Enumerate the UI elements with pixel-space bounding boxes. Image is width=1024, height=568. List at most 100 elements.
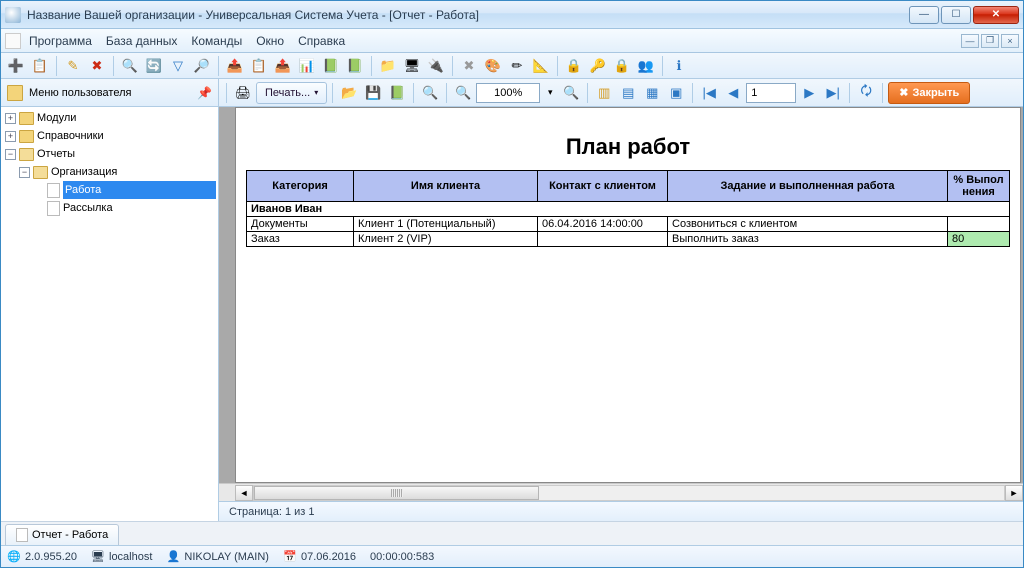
scroll-track[interactable] (253, 485, 1005, 501)
separator (557, 56, 558, 76)
menu-help[interactable]: Справка (298, 34, 345, 48)
pager-strip: Страница: 1 из 1 (219, 501, 1023, 521)
scroll-right-icon[interactable]: ► (1005, 485, 1023, 501)
document-tab[interactable]: Отчет - Работа (5, 524, 119, 545)
maximize-button[interactable]: ☐ (941, 6, 971, 24)
mdi-restore-button[interactable]: ❐ (981, 34, 999, 48)
document-icon (16, 528, 28, 542)
copy-icon[interactable]: 📋 (29, 55, 51, 77)
mdi-close-button[interactable]: × (1001, 34, 1019, 48)
collapse-icon[interactable]: − (19, 167, 30, 178)
layout3-icon[interactable]: ▦ (641, 82, 663, 104)
last-page-icon[interactable]: ▶| (822, 82, 844, 104)
lock2-icon[interactable]: 🔒 (611, 55, 633, 77)
close-button[interactable]: ✕ (973, 6, 1019, 24)
separator (692, 83, 693, 103)
export-icon[interactable]: 📤 (224, 55, 246, 77)
search-icon[interactable]: 🔍 (119, 55, 141, 77)
refresh-icon[interactable]: 🔄 (143, 55, 165, 77)
pin-icon[interactable]: 📌 (197, 86, 212, 100)
page-input[interactable]: 1 (746, 83, 796, 103)
first-page-icon[interactable]: |◀ (698, 82, 720, 104)
edit-icon[interactable]: ✎ (62, 55, 84, 77)
col-task: Задание и выполненная работа (668, 171, 948, 202)
key-icon[interactable]: 🔑 (587, 55, 609, 77)
menu-database[interactable]: База данных (106, 34, 177, 48)
menu-program[interactable]: Программа (29, 34, 92, 48)
chevron-down-icon: ▾ (314, 88, 318, 97)
report-viewport[interactable]: План работ Категория Имя клиента Контакт… (219, 107, 1023, 483)
open-folder-icon[interactable]: 📁 (377, 55, 399, 77)
tree-node-work[interactable]: Работа (31, 181, 218, 199)
tree-node-organization[interactable]: − Организация (17, 163, 218, 181)
menu-commands[interactable]: Команды (191, 34, 242, 48)
zoom-dropdown[interactable]: ▾ (542, 82, 558, 104)
horizontal-scrollbar[interactable]: ◄ ► (219, 483, 1023, 501)
layout-icon[interactable]: ▥ (593, 82, 615, 104)
zoom-input[interactable]: 100% (476, 83, 540, 103)
menu-window[interactable]: Окно (256, 34, 284, 48)
separator (882, 83, 883, 103)
scroll-thumb[interactable] (254, 486, 539, 500)
col-contact: Контакт с клиентом (538, 171, 668, 202)
tree-node-mailing[interactable]: Рассылка (31, 199, 218, 217)
zoom-in-icon[interactable]: 🔍 (452, 82, 474, 104)
report-title: План работ (246, 134, 1010, 160)
menubar: Программа База данных Команды Окно Справ… (1, 29, 1023, 53)
mdi-controls: — ❐ × (961, 34, 1019, 48)
screen-icon[interactable]: 🖥 (401, 55, 423, 77)
send-icon[interactable]: 📤 (272, 55, 294, 77)
close-report-button[interactable]: ✖ Закрыть (888, 82, 970, 104)
separator (452, 56, 453, 76)
delete-icon[interactable]: ✖ (86, 55, 108, 77)
separator (849, 83, 850, 103)
info-icon[interactable]: ℹ (668, 55, 690, 77)
next-page-icon[interactable]: ▶ (798, 82, 820, 104)
save-icon[interactable]: 💾 (362, 82, 384, 104)
expand-icon[interactable]: + (5, 131, 16, 142)
layout2-icon[interactable]: ▤ (617, 82, 639, 104)
clipboard-icon[interactable]: 📋 (248, 55, 270, 77)
collapse-icon[interactable]: − (5, 149, 16, 160)
cancel-icon[interactable]: ✖ (458, 55, 480, 77)
minimize-button[interactable]: — (909, 6, 939, 24)
tree-node-modules[interactable]: + Модули (3, 109, 218, 127)
tree-node-directories[interactable]: + Справочники (3, 127, 218, 145)
user-icon: 👤 (166, 550, 180, 564)
export-xls-icon[interactable]: 📗 (386, 82, 408, 104)
plug-icon[interactable]: 🔌 (425, 55, 447, 77)
chart-icon[interactable]: 📊 (296, 55, 318, 77)
printer-icon[interactable]: 🖨 (232, 82, 254, 104)
print-button[interactable]: Печать... ▾ (256, 82, 327, 104)
scroll-left-icon[interactable]: ◄ (235, 485, 253, 501)
cell-category: Документы (247, 217, 354, 232)
date-label: 07.06.2016 (301, 551, 356, 563)
add-icon[interactable]: ➕ (5, 55, 27, 77)
calendar-icon: 📅 (283, 550, 297, 564)
layout4-icon[interactable]: ▣ (665, 82, 687, 104)
open-icon[interactable]: 📂 (338, 82, 360, 104)
expand-icon[interactable]: + (5, 113, 16, 124)
sidebar-tree[interactable]: + Модули + Справочники − (1, 107, 219, 521)
users-icon[interactable]: 👥 (635, 55, 657, 77)
excel2-icon[interactable]: 📗 (344, 55, 366, 77)
close-x-icon: ✖ (899, 86, 908, 99)
col-category: Категория (247, 171, 354, 202)
pager-label: Страница: 1 из 1 (229, 506, 315, 518)
separator (218, 56, 219, 76)
separator (413, 83, 414, 103)
tree-node-reports[interactable]: − Отчеты (3, 145, 218, 163)
palette-icon[interactable]: 🎨 (482, 55, 504, 77)
zoom-out-icon[interactable]: 🔍 (560, 82, 582, 104)
find-icon[interactable]: 🔎 (191, 55, 213, 77)
filter-icon[interactable]: ▽ (167, 55, 189, 77)
prev-page-icon[interactable]: ◀ (722, 82, 744, 104)
lock-icon[interactable]: 🔒 (563, 55, 585, 77)
excel-icon[interactable]: 📗 (320, 55, 342, 77)
separator (226, 83, 227, 103)
ruler-icon[interactable]: 📐 (530, 55, 552, 77)
mdi-minimize-button[interactable]: — (961, 34, 979, 48)
pencil-icon[interactable]: ✏ (506, 55, 528, 77)
refresh-report-icon[interactable]: 🗘 (855, 82, 877, 104)
zoom-fit-icon[interactable]: 🔍 (419, 82, 441, 104)
